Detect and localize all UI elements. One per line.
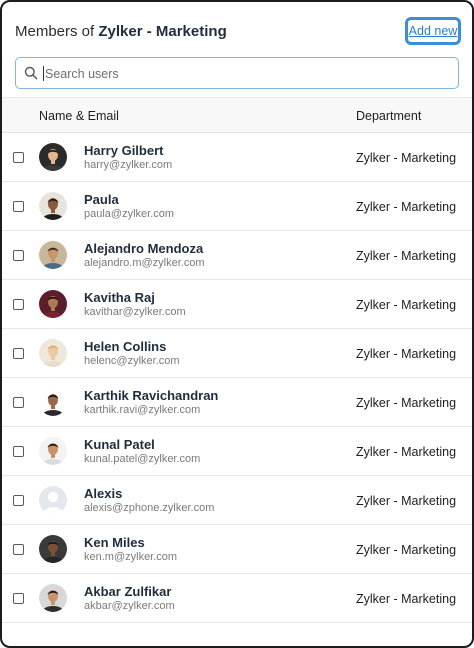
member-email: harry@zylker.com [84, 159, 173, 171]
member-name: Alejandro Mendoza [84, 241, 204, 256]
member-email: paula@zylker.com [84, 208, 175, 220]
avatar [39, 143, 67, 171]
table-row[interactable]: Alexis alexis@zphone.zylker.com Zylker - M… [2, 476, 472, 525]
avatar [39, 388, 67, 416]
table-row[interactable]: Paula paula@zylker.com Zylker - Marketing [2, 182, 472, 231]
table-row[interactable]: Alejandro Mendoza alejandro.m@zylker.com Z… [2, 231, 472, 280]
member-name: Helen Collins [84, 339, 167, 354]
member-name: Harry Gilbert [84, 143, 164, 158]
member-email: karthik.ravi@zylker.com [84, 404, 201, 416]
avatar [39, 290, 67, 318]
group-name: Zylker - Marketing [98, 23, 227, 40]
member-email: helenc@zylker.com [84, 355, 180, 367]
avatar [39, 535, 67, 563]
table-header: Name & Email Department [2, 97, 472, 133]
row-checkbox[interactable] [13, 593, 24, 604]
row-checkbox[interactable] [13, 348, 24, 359]
table-row[interactable]: Harry Gilbert harry@zylker.com Zylker - Ma… [2, 133, 472, 182]
members-panel: Members of Zylker - Marketing Add new Na… [0, 0, 474, 648]
member-name: Akbar Zulfikar [84, 584, 172, 599]
member-department: Zylker - Marketing [356, 396, 457, 410]
member-name: Kunal Patel [84, 437, 155, 452]
table-row[interactable]: Kunal Patel kunal.patel@zylker.com Zylker … [2, 427, 472, 476]
table-row[interactable]: Karthik Ravichandran karthik.ravi@zylker.… [2, 378, 472, 427]
member-name: Paula [84, 192, 119, 207]
avatar [39, 339, 67, 367]
table-row[interactable]: Kavitha Raj kavithar@zylker.com Zylker - M… [2, 280, 472, 329]
member-department: Zylker - Marketing [356, 200, 457, 214]
member-department: Zylker - Marketing [356, 592, 457, 606]
search-box[interactable] [15, 57, 459, 89]
member-department: Zylker - Marketing [356, 445, 457, 459]
row-checkbox[interactable] [13, 250, 24, 261]
member-email: akbar@zylker.com [84, 600, 175, 612]
member-name: Karthik Ravichandran [84, 388, 219, 403]
member-email: ken.m@zylker.com [84, 551, 178, 563]
avatar [39, 192, 67, 220]
member-department: Zylker - Marketing [356, 298, 457, 312]
page-title: Members of Zylker - Marketing [15, 23, 227, 40]
column-header-name-email: Name & Email [39, 109, 119, 123]
member-department: Zylker - Marketing [356, 151, 457, 165]
table-row[interactable]: Akbar Zulfikar akbar@zylker.com Zylker - M… [2, 574, 472, 623]
member-department: Zylker - Marketing [356, 494, 457, 508]
member-email: kunal.patel@zylker.com [84, 453, 201, 465]
row-checkbox[interactable] [13, 201, 24, 212]
avatar [39, 486, 67, 514]
member-email: kavithar@zylker.com [84, 306, 186, 318]
row-checkbox[interactable] [13, 544, 24, 555]
search-input[interactable] [43, 61, 447, 87]
avatar [39, 241, 67, 269]
add-new-button[interactable]: Add new [405, 17, 461, 45]
row-checkbox[interactable] [13, 299, 24, 310]
member-email: alexis@zphone.zylker.com [84, 502, 215, 514]
title-prefix: Members of [15, 23, 99, 40]
member-department: Zylker - Marketing [356, 347, 457, 361]
member-department: Zylker - Marketing [356, 543, 457, 557]
row-checkbox[interactable] [13, 152, 24, 163]
avatar [39, 584, 67, 612]
panel-header: Members of Zylker - Marketing Add new [2, 2, 472, 58]
row-checkbox[interactable] [13, 495, 24, 506]
member-name: Kavitha Raj [84, 290, 155, 305]
member-email: alejandro.m@zylker.com [84, 257, 205, 269]
table-row[interactable]: Ken Miles ken.m@zylker.com Zylker - Market… [2, 525, 472, 574]
avatar [39, 437, 67, 465]
column-header-department: Department [356, 109, 422, 123]
row-checkbox[interactable] [13, 446, 24, 457]
member-department: Zylker - Marketing [356, 249, 457, 263]
member-name: Ken Miles [84, 535, 145, 550]
search-icon [24, 66, 38, 80]
members-list: Harry Gilbert harry@zylker.com Zylker - Ma… [2, 133, 472, 623]
row-checkbox[interactable] [13, 397, 24, 408]
table-row[interactable]: Helen Collins helenc@zylker.com Zylker - M… [2, 329, 472, 378]
member-name: Alexis [84, 486, 123, 501]
